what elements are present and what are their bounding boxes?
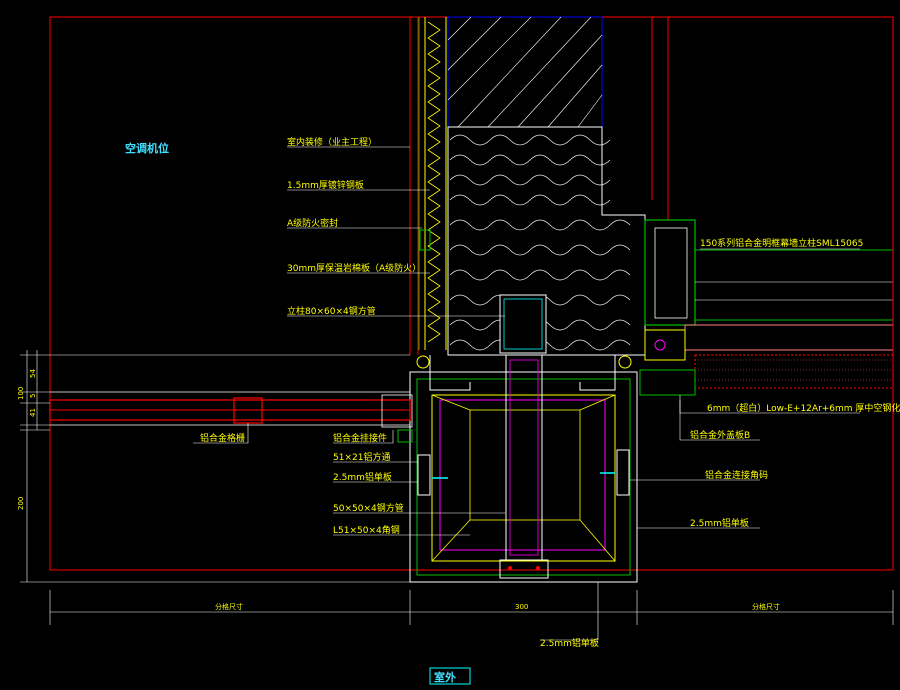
- dim-right: 分格尺寸: [752, 602, 780, 611]
- dim-mid: 300: [515, 603, 528, 611]
- alu-grille-label: 铝合金格栅: [200, 432, 245, 444]
- side-dim-total: 100: [17, 387, 25, 400]
- interior-finish-label: 室内装修（业主工程）: [287, 136, 377, 148]
- drawing-canvas: 空调机位 室内装修（业主工程） 1.5mm厚镀锌钢板 A级防火密封 30mm厚保…: [17, 16, 900, 685]
- dimension-lines: [20, 350, 894, 625]
- concrete-block: [447, 16, 603, 128]
- dim-left: 分格尺寸: [215, 602, 243, 611]
- side-dim-5: 5: [29, 394, 37, 398]
- mineral-wool-label: 30mm厚保温岩棉板（A级防火）: [287, 262, 421, 274]
- tube-50-label: 50×50×4钢方管: [333, 502, 404, 514]
- alu-panel-left-label: 2.5mm铝单板: [333, 471, 392, 483]
- side-dim-200: 200: [17, 497, 25, 510]
- window-frame-label: 150系列铝合金明框幕墙立柱SML15065: [700, 237, 863, 249]
- alu-cover-label: 铝合金外盖板B: [690, 429, 750, 441]
- insulation-strip: [424, 17, 447, 350]
- glass-label: 6mm（超白）Low-E+12Ar+6mm 厚中空钢化玻璃: [707, 402, 900, 414]
- drawing-border: [49, 16, 894, 571]
- alu-angle-label: 铝合金挂接件: [333, 432, 387, 444]
- grille-enclosure: [409, 354, 638, 583]
- alu-panel-bottom-label: 2.5mm铝单板: [540, 637, 599, 649]
- bolt-plate-label: 51×21铝方通: [333, 451, 390, 463]
- outside-label: 室外: [434, 670, 456, 684]
- cad-drawing: 空调机位 室内装修（业主工程） 1.5mm厚镀锌钢板 A级防火密封 30mm厚保…: [0, 0, 900, 690]
- room-label: 空调机位: [125, 141, 169, 155]
- side-dim-41: 41: [29, 408, 37, 417]
- steel-tube-label: 立柱80×60×4钢方管: [287, 305, 376, 317]
- angle-51-label: L51×50×4角钢: [333, 524, 400, 536]
- alu-panel-right-label: 2.5mm铝单板: [690, 517, 749, 529]
- steel-tube: [499, 294, 547, 354]
- fire-caulk-label: A级防火密封: [287, 217, 338, 229]
- side-dim-54: 54: [29, 369, 37, 378]
- alu-bracket-label: 铝合金连接角码: [705, 469, 768, 481]
- steel-plate-label: 1.5mm厚镀锌钢板: [287, 179, 364, 191]
